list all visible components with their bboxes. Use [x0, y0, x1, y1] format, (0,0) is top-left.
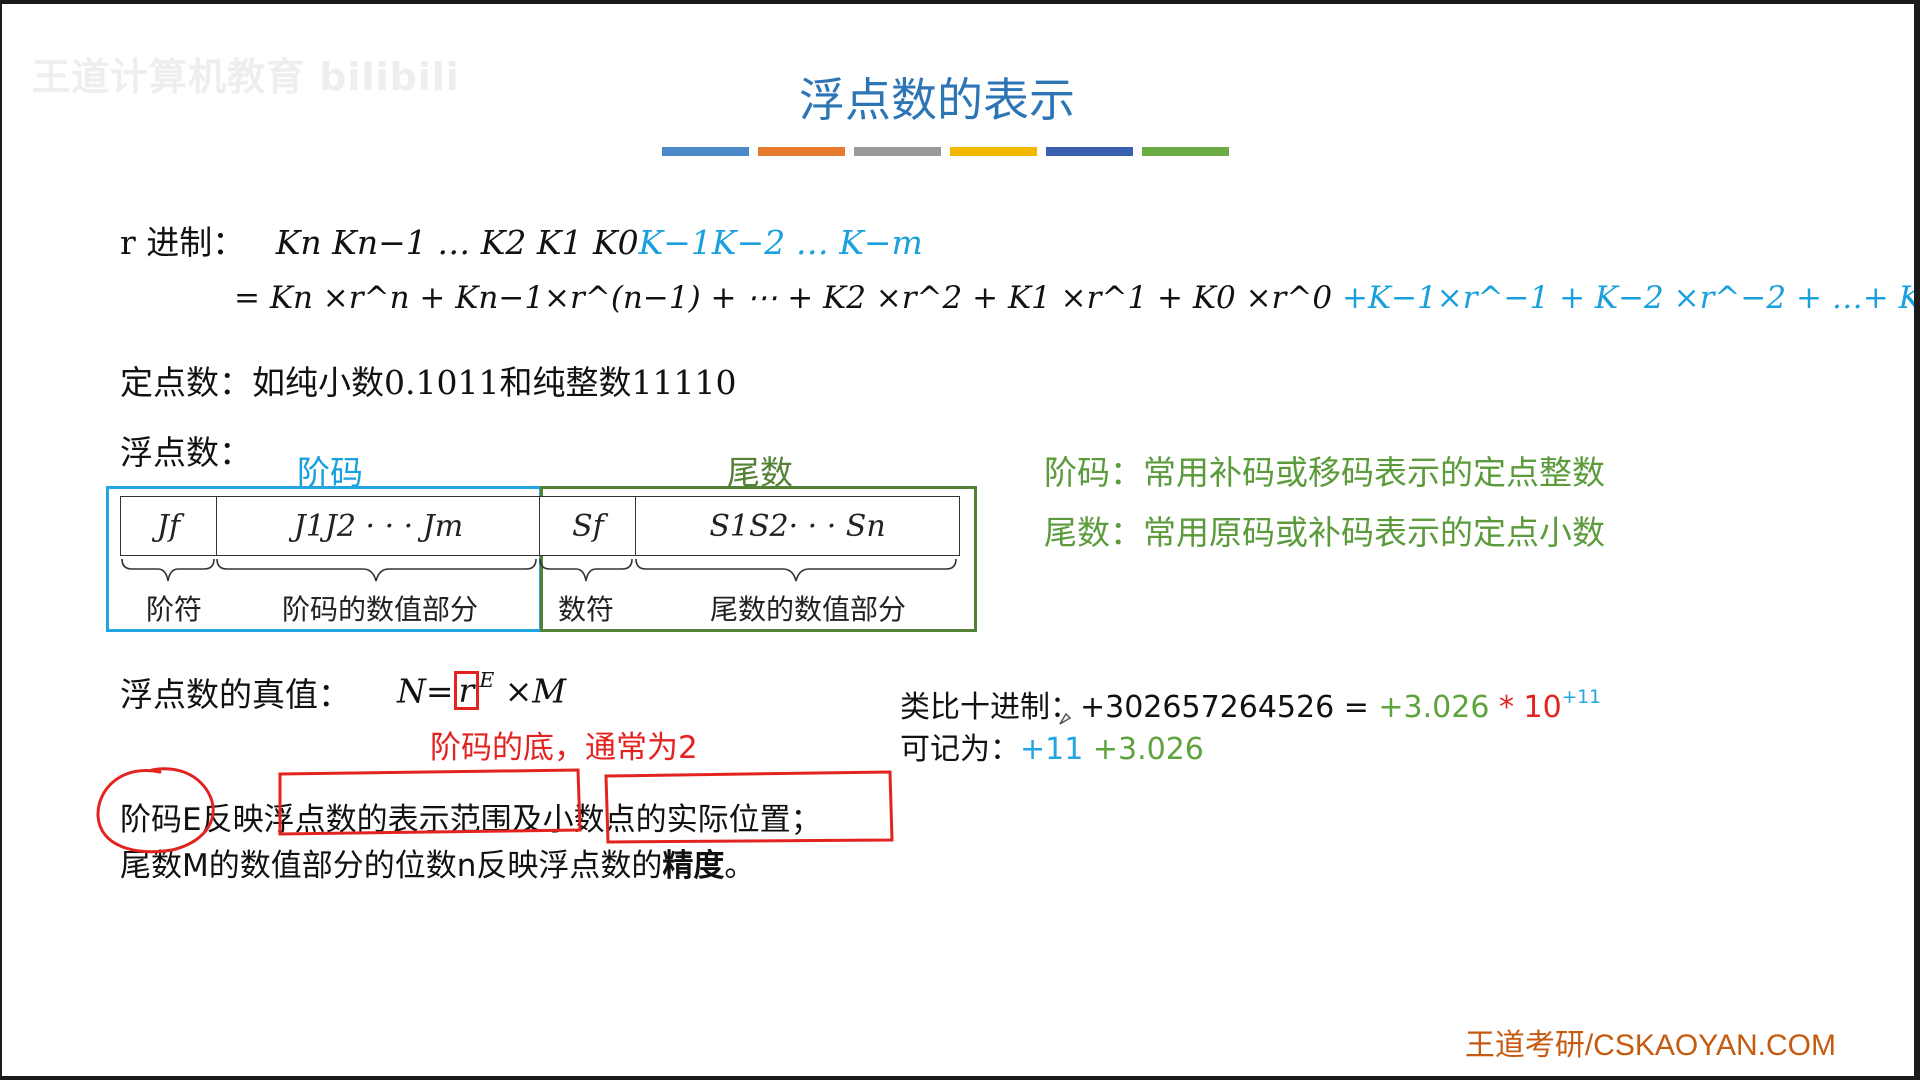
exp-sign-label: 阶符 — [146, 593, 203, 626]
summary-range: 浮点数的表示范围 — [263, 802, 512, 838]
exponent-note: 阶码：常用补码或移码表示的定点整数 — [1044, 453, 1605, 492]
sf-cell: Sf — [539, 497, 636, 555]
summary-period: 。 — [724, 848, 756, 884]
radix-row: r 进制： Kn Kn−1 … K2 K1 K0K−1K−2 … K−m — [120, 216, 923, 264]
page-title: 浮点数的表示 — [799, 73, 1075, 127]
summary-exponent: 阶码E反映 — [120, 802, 264, 838]
analogy-mantissa: +3.026 — [1378, 690, 1490, 725]
radix-label: r 进制： — [120, 223, 246, 262]
summary-precision: 精度 — [662, 848, 725, 884]
fixed-point-label: 定点数： — [120, 363, 252, 402]
radix-expansion: = Kn ×r^n + Kn−1×r^(n−1) + ⋯ + K2 ×r^2 +… — [234, 280, 1914, 316]
radix-int-digits: Kn Kn−1 … K2 K1 K0 — [275, 223, 639, 262]
jf-cell: Jf — [156, 508, 181, 544]
analogy-times: * 10 — [1489, 690, 1562, 725]
color-bar — [1142, 147, 1229, 156]
analogy-exponent: +11 — [1561, 687, 1601, 709]
slide: 王道计算机教育 bilibili 浮点数的表示 r 进制： Kn Kn−1 … … — [2, 4, 1914, 1076]
analogy-line2-mantissa: +3.026 — [1083, 732, 1204, 767]
fixed-point-text: 如纯小数0.1011和纯整数11110 — [252, 363, 737, 402]
mantissa-value-label: 尾数的数值部分 — [710, 593, 907, 626]
brace-lines — [121, 558, 957, 582]
color-bar — [950, 147, 1037, 156]
num-sign-label: 数符 — [558, 593, 615, 626]
analogy-number: +302657264526 — [1080, 690, 1335, 725]
color-bar — [662, 147, 749, 156]
analogy-line2: 可记为：+11 +3.026 — [900, 724, 1204, 768]
analogy-line2-label: 可记为： — [900, 732, 1020, 767]
jbits-cell: J1J2 · · · Jm — [216, 497, 540, 555]
summary-semicolon: ； — [790, 802, 822, 838]
analogy-line1: 类比十进制：+302657264526 = +3.026 * 10+11 — [900, 682, 1601, 726]
floating-label: 浮点数： — [120, 433, 252, 472]
radix-expansion-int: = Kn ×r^n + Kn−1×r^(n−1) + ⋯ + K2 ×r^2 +… — [234, 280, 1333, 316]
summary-and: 及 — [511, 802, 543, 838]
color-bar — [1046, 147, 1133, 156]
radix-frac-digits: K−1K−2 … K−m — [638, 223, 923, 262]
brace — [539, 558, 633, 582]
footer-brand: 王道考研/CSKAOYAN.COM — [1464, 1029, 1836, 1062]
brace — [216, 558, 537, 582]
color-bar — [854, 147, 941, 156]
radix-expansion-frac: +K−1×r^−1 + K−2 ×r^−2 + …+ K−m ×r^−m — [1341, 280, 1914, 316]
title-color-bars — [662, 147, 1229, 156]
base-r-box: r — [453, 671, 480, 711]
mantissa-note: 尾数：常用原码或补码表示的定点小数 — [1044, 513, 1605, 552]
fixed-point-row: 定点数：如纯小数0.1011和纯整数11110 — [120, 356, 736, 404]
analogy-equals: = — [1334, 690, 1379, 725]
summary-line2: 尾数M的数值部分的位数n反映浮点数的精度。 — [120, 840, 755, 885]
summary-position: 小数点的实际位置 — [542, 802, 791, 838]
analogy-line2-exp: +11 — [1020, 732, 1084, 767]
brace — [635, 558, 957, 582]
true-value-formula: N= r E ×M — [397, 668, 567, 711]
color-bar — [758, 147, 845, 156]
analogy-label: 类比十进制： — [900, 690, 1080, 725]
format-field: Jf J1J2 · · · Jm Sf S1S2· · · Sn — [120, 496, 960, 556]
base-note: 阶码的底，通常为2 — [430, 730, 698, 766]
sbits-cell: S1S2· · · Sn — [635, 497, 959, 555]
summary-mantissa: 尾数M的数值部分的位数n反映浮点数的 — [120, 848, 663, 884]
true-value-label: 浮点数的真值： — [120, 675, 351, 714]
summary-line1: 阶码E反映浮点数的表示范围及小数点的实际位置； — [120, 794, 822, 839]
exp-value-label: 阶码的数值部分 — [282, 593, 479, 626]
brace — [121, 558, 215, 582]
